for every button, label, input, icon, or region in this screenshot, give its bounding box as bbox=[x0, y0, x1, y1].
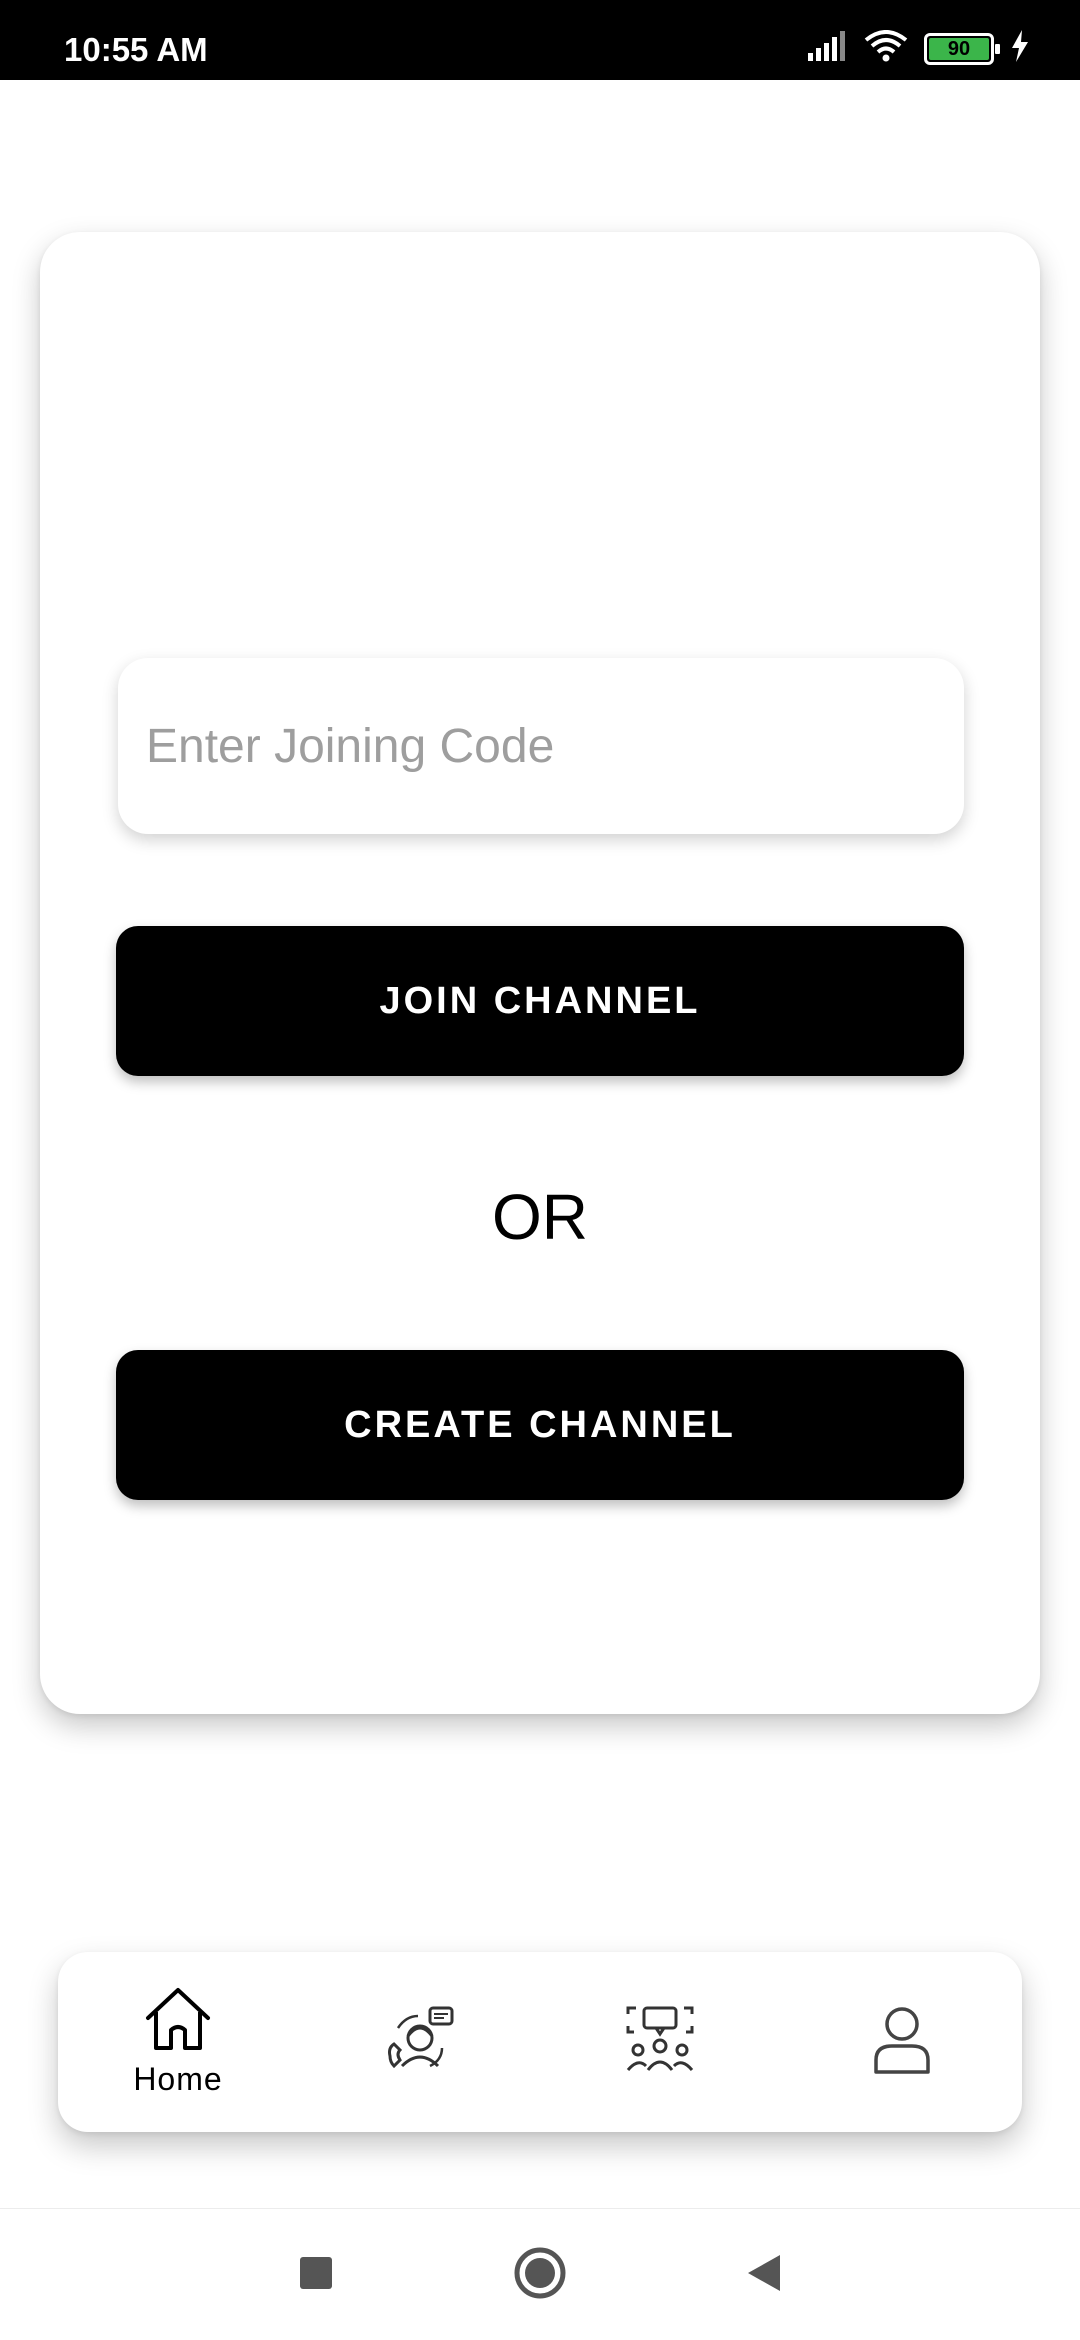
community-icon bbox=[624, 2004, 696, 2081]
battery-level: 90 bbox=[929, 37, 989, 60]
nav-item-support[interactable] bbox=[320, 1952, 520, 2132]
home-icon bbox=[143, 1986, 213, 2057]
bottom-nav: Home bbox=[58, 1952, 1022, 2132]
charging-icon bbox=[1010, 30, 1030, 67]
nav-item-community[interactable] bbox=[560, 1952, 760, 2132]
or-separator: OR bbox=[492, 1181, 588, 1253]
join-channel-button[interactable]: JOIN CHANNEL bbox=[116, 926, 964, 1076]
support-chat-icon bbox=[384, 2004, 456, 2081]
back-icon bbox=[746, 2253, 782, 2298]
nav-item-profile[interactable] bbox=[802, 1952, 1002, 2132]
signal-icon bbox=[808, 31, 848, 66]
system-back-button[interactable] bbox=[704, 2209, 824, 2340]
status-time: 10:55 AM bbox=[64, 31, 208, 68]
battery-icon: 90 bbox=[924, 32, 1000, 65]
nav-item-home[interactable]: Home bbox=[78, 1952, 278, 2132]
recent-apps-icon bbox=[299, 2256, 333, 2295]
create-channel-button[interactable]: CREATE CHANNEL bbox=[116, 1350, 964, 1500]
joining-code-input[interactable] bbox=[118, 658, 964, 834]
nav-label-home: Home bbox=[133, 2061, 223, 2097]
recent-apps-button[interactable] bbox=[256, 2209, 376, 2340]
status-bar: 10:55 AM 90 bbox=[0, 0, 1080, 80]
system-home-button[interactable] bbox=[480, 2209, 600, 2340]
system-nav-bar bbox=[0, 2208, 1080, 2340]
profile-icon bbox=[870, 2004, 934, 2081]
status-icons: 90 bbox=[808, 30, 1030, 67]
wifi-icon bbox=[864, 30, 908, 67]
home-circle-icon bbox=[513, 2246, 567, 2305]
